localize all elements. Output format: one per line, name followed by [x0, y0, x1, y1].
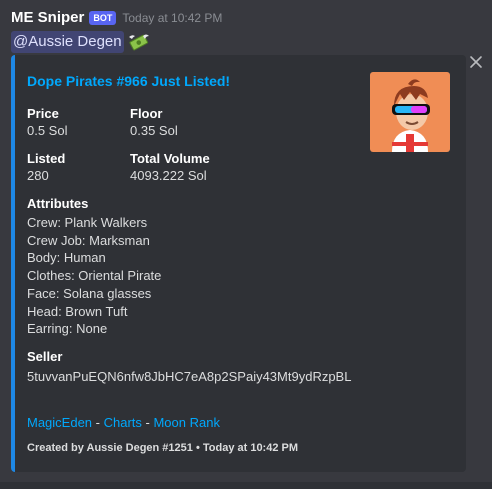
field-total-volume-value: 4093.222 Sol [130, 168, 207, 183]
link-moon-rank[interactable]: Moon Rank [153, 415, 219, 430]
bottom-divider [0, 482, 492, 489]
link-separator: - [141, 415, 154, 430]
message: ME Sniper BOT Today at 10:42 PM @Aussie … [0, 0, 492, 489]
field-price-value: 0.5 Sol [27, 123, 68, 138]
attribute-item: Clothes: Oriental Pirate [27, 268, 162, 284]
user-mention[interactable]: @Aussie Degen [11, 31, 124, 53]
message-content: @Aussie Degen [11, 31, 150, 53]
listing-embed: Dope Pirates #966 Just Listed! Price 0.5… [11, 55, 466, 472]
field-price: Price 0.5 Sol [27, 105, 67, 139]
close-icon[interactable] [469, 55, 483, 69]
field-seller-value[interactable]: 5tuvvanPuEQN6nfw8JbHC7eA8p2SPaiy43Mt9ydR… [27, 368, 351, 385]
author-name[interactable]: ME Sniper [11, 9, 84, 26]
field-price-name: Price [27, 106, 59, 121]
link-separator: - [92, 415, 104, 430]
field-seller-name: Seller [27, 349, 63, 364]
field-total-volume: Total Volume 4093.222 Sol [130, 150, 210, 184]
link-charts[interactable]: Charts [104, 415, 142, 430]
field-seller: Seller 5tuvvanPuEQN6nfw8JbHC7eA8p2SPaiy4… [27, 348, 351, 385]
field-listed-value: 280 [27, 168, 49, 183]
message-timestamp[interactable]: Today at 10:42 PM [122, 11, 222, 25]
attribute-item: Body: Human [27, 250, 106, 266]
attribute-item: Crew Job: Marksman [27, 232, 150, 248]
attribute-item: Crew: Plank Walkers [27, 215, 148, 230]
field-attributes: Attributes Crew: Plank Walkers Crew Job:… [27, 195, 161, 338]
field-floor: Floor 0.35 Sol [130, 105, 178, 139]
embed-footer: Created by Aussie Degen #1251 • Today at… [27, 442, 299, 454]
link-magiceden[interactable]: MagicEden [27, 415, 92, 430]
attribute-item: Face: Solana glasses [27, 285, 152, 301]
field-listed-name: Listed [27, 151, 66, 166]
embed-links: MagicEden - Charts - Moon Rank [27, 415, 220, 430]
field-floor-name: Floor [130, 106, 163, 121]
pirate-avatar-icon[interactable] [370, 72, 450, 152]
money-with-wings-icon [128, 34, 149, 51]
field-listed: Listed 280 [27, 150, 65, 184]
message-header: ME Sniper BOT Today at 10:42 PM [11, 9, 222, 26]
attribute-item: Head: Brown Tuft [27, 303, 128, 319]
attribute-item: Earring: None [27, 321, 108, 337]
embed-title[interactable]: Dope Pirates #966 Just Listed! [27, 73, 230, 89]
attribute-list: Crew: Plank Walkers Crew Job: Marksman B… [27, 214, 161, 338]
field-total-volume-name: Total Volume [130, 151, 210, 166]
bot-tag: BOT [89, 10, 117, 25]
field-floor-value: 0.35 Sol [130, 123, 178, 138]
attributes-heading: Attributes [27, 196, 89, 211]
